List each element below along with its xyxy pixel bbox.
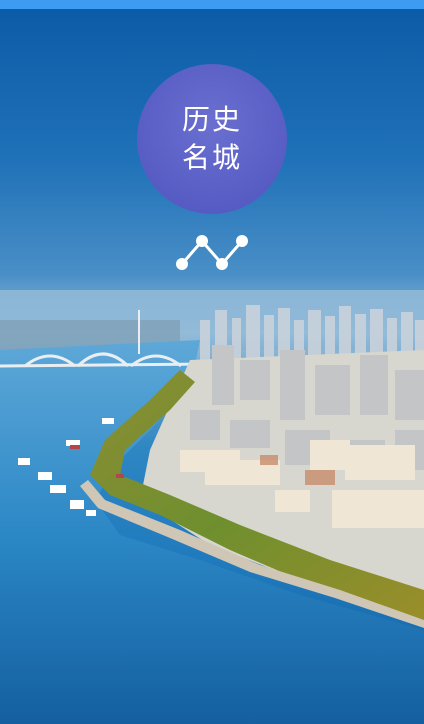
title-line-1: 历史 — [181, 103, 242, 136]
splash-screen: 历史 名城 — [0, 0, 424, 724]
status-bar — [0, 0, 424, 9]
line-chart-icon — [176, 235, 248, 270]
title-line-2: 名城 — [181, 141, 242, 174]
title-badge[interactable]: 历史 名城 — [137, 64, 287, 214]
city-riverside-photo — [0, 290, 424, 724]
